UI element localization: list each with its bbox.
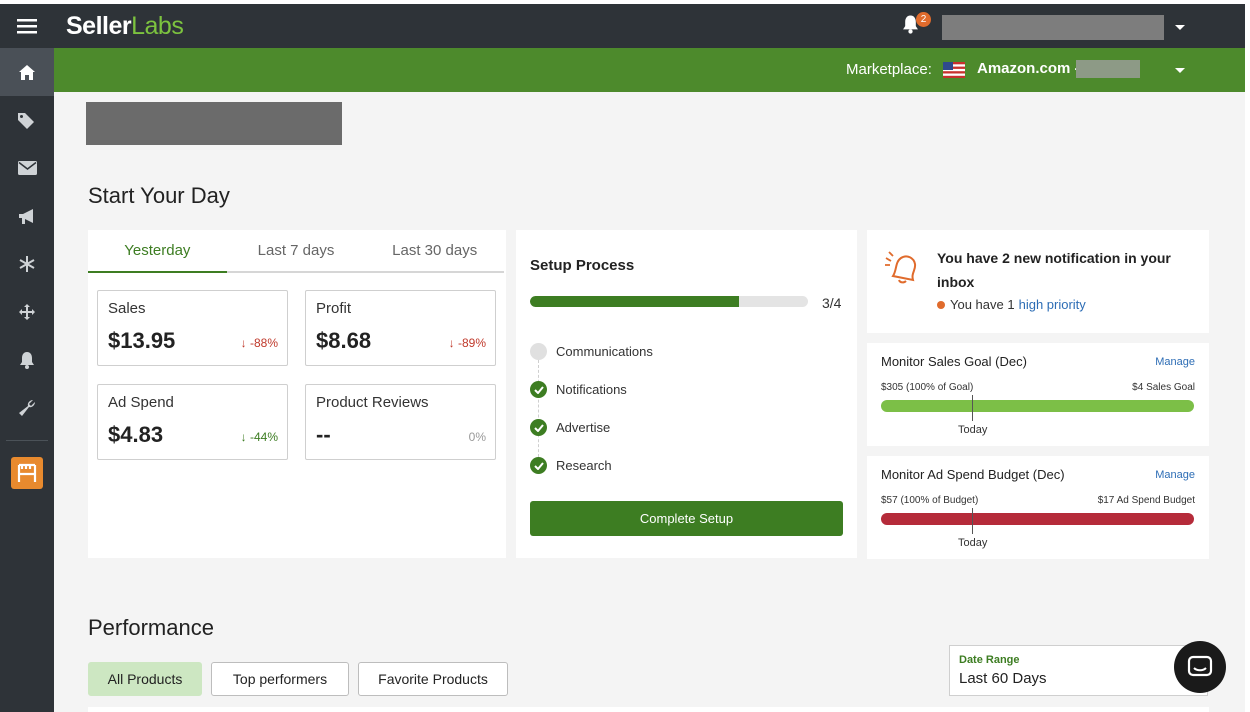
metric-change: ↓ -88% — [240, 336, 278, 350]
setup-title: Setup Process — [530, 257, 635, 274]
ad-budget-current: $57 (100% of Budget) — [881, 495, 979, 506]
app-frame: SellerLabs 2 Marketplace: Amazon.com - S… — [0, 4, 1245, 712]
step-label: Notifications — [556, 382, 627, 397]
left-nav-rail — [0, 4, 54, 712]
tab-last-7-days[interactable]: Last 7 days — [227, 230, 366, 271]
step-label: Communications — [556, 344, 653, 359]
step-notifications[interactable]: Notifications — [530, 381, 627, 398]
metric-value: $4.83 — [108, 422, 164, 447]
metric-label: Product Reviews — [316, 394, 429, 411]
ad-budget-bar — [881, 513, 1194, 525]
profit-metric[interactable]: Profit $8.68 ↓ -89% — [305, 290, 496, 366]
pending-circle-icon — [530, 343, 547, 360]
setup-process-card: Setup Process 3/4 Communications Notific… — [516, 230, 857, 558]
us-flag-icon — [943, 62, 965, 78]
bell-icon[interactable] — [0, 336, 54, 384]
sales-goal-manage-link[interactable]: Manage — [1155, 356, 1195, 368]
metric-label: Ad Spend — [108, 394, 174, 411]
snowflake-icon[interactable] — [0, 240, 54, 288]
sales-goal-target: $4 Sales Goal — [1132, 382, 1195, 393]
complete-setup-button[interactable]: Complete Setup — [530, 501, 843, 536]
chat-launcher-icon[interactable] — [1174, 641, 1226, 693]
metric-label: Profit — [316, 300, 352, 317]
ad-budget-card: Monitor Ad Spend Budget (Dec) Manage $57… — [867, 456, 1209, 559]
metric-value: $13.95 — [108, 328, 176, 353]
tab-last-30-days[interactable]: Last 30 days — [365, 230, 504, 271]
check-circle-icon — [530, 419, 547, 436]
step-communications[interactable]: Communications — [530, 343, 653, 360]
today-label: Today — [958, 424, 988, 436]
filter-favorite-products[interactable]: Favorite Products — [358, 662, 508, 696]
menu-icon[interactable] — [0, 4, 54, 48]
step-label: Research — [556, 458, 612, 473]
date-range-value: Last 60 Days — [959, 670, 1047, 687]
today-marker — [972, 508, 973, 534]
period-tabs: Yesterday Last 7 days Last 30 days — [88, 230, 504, 273]
check-circle-icon — [530, 457, 547, 474]
tab-yesterday[interactable]: Yesterday — [88, 230, 227, 273]
store-name-redacted — [86, 102, 342, 145]
metric-change: 0% — [468, 430, 486, 444]
filter-top-performers[interactable]: Top performers — [211, 662, 349, 696]
top-bar: SellerLabs 2 — [54, 4, 1245, 48]
sales-metric[interactable]: Sales $13.95 ↓ -88% — [97, 290, 288, 366]
notification-count-badge: 2 — [916, 12, 931, 27]
ad-spend-metric[interactable]: Ad Spend $4.83 ↓ -44% — [97, 384, 288, 460]
sales-goal-title: Monitor Sales Goal (Dec) — [881, 354, 1027, 369]
setup-progress-bar — [530, 296, 808, 307]
notification-priority-line: You have 1 high priority — [937, 297, 1086, 312]
high-priority-link[interactable]: high priority — [1019, 297, 1086, 312]
move-icon[interactable] — [0, 288, 54, 336]
today-marker — [972, 395, 973, 421]
storefront-app-icon[interactable] — [0, 449, 54, 497]
metric-value: -- — [316, 422, 331, 447]
start-your-day-heading: Start Your Day — [88, 183, 230, 208]
wrench-icon[interactable] — [0, 384, 54, 432]
check-circle-icon — [530, 381, 547, 398]
metric-label: Sales — [108, 300, 146, 317]
step-advertise[interactable]: Advertise — [530, 419, 610, 436]
sales-goal-current: $305 (100% of Goal) — [881, 382, 974, 393]
sales-goal-card: Monitor Sales Goal (Dec) Manage $305 (10… — [867, 343, 1209, 446]
marketplace-selector[interactable]: Amazon.com - — [977, 60, 1080, 77]
notification-bell-outline-icon — [885, 251, 917, 284]
account-dropdown-caret-icon[interactable] — [1175, 25, 1185, 30]
setup-progress-fill — [530, 296, 739, 307]
metric-value: $8.68 — [316, 328, 372, 353]
metric-change: ↓ -44% — [240, 430, 278, 444]
ad-budget-manage-link[interactable]: Manage — [1155, 469, 1195, 481]
ad-budget-title: Monitor Ad Spend Budget (Dec) — [881, 467, 1065, 482]
tag-icon[interactable] — [0, 96, 54, 144]
date-range-label: Date Range — [959, 654, 1020, 666]
account-name-redacted[interactable] — [942, 15, 1164, 40]
notification-card[interactable]: You have 2 new notification in your inbo… — [867, 230, 1209, 333]
date-range-select[interactable]: Date Range Last 60 Days — [949, 645, 1208, 696]
marketplace-id-redacted — [1076, 60, 1140, 78]
performance-content-card — [88, 707, 1209, 712]
sales-goal-bar — [881, 400, 1194, 412]
megaphone-icon[interactable] — [0, 192, 54, 240]
notification-title: You have 2 new notification in your inbo… — [937, 250, 1171, 290]
performance-heading: Performance — [88, 615, 214, 640]
product-reviews-metric[interactable]: Product Reviews -- 0% — [305, 384, 496, 460]
priority-dot-icon — [937, 300, 945, 309]
marketplace-dropdown-caret-icon[interactable] — [1175, 68, 1185, 73]
step-label: Advertise — [556, 420, 611, 435]
rail-divider — [6, 440, 48, 441]
step-research[interactable]: Research — [530, 457, 612, 474]
today-label: Today — [958, 537, 988, 549]
setup-progress-count: 3/4 — [822, 295, 842, 311]
home-icon[interactable] — [0, 48, 54, 96]
filter-all-products[interactable]: All Products — [88, 662, 202, 696]
steps-connector — [538, 360, 539, 462]
sellerlabs-logo[interactable]: SellerLabs — [66, 12, 184, 41]
marketplace-label: Marketplace: — [846, 61, 932, 78]
marketplace-bar: Marketplace: Amazon.com - — [54, 48, 1245, 92]
metric-change: ↓ -89% — [448, 336, 486, 350]
metrics-card: Yesterday Last 7 days Last 30 days Sales… — [88, 230, 506, 558]
mail-icon[interactable] — [0, 144, 54, 192]
ad-budget-target: $17 Ad Spend Budget — [1097, 495, 1195, 506]
